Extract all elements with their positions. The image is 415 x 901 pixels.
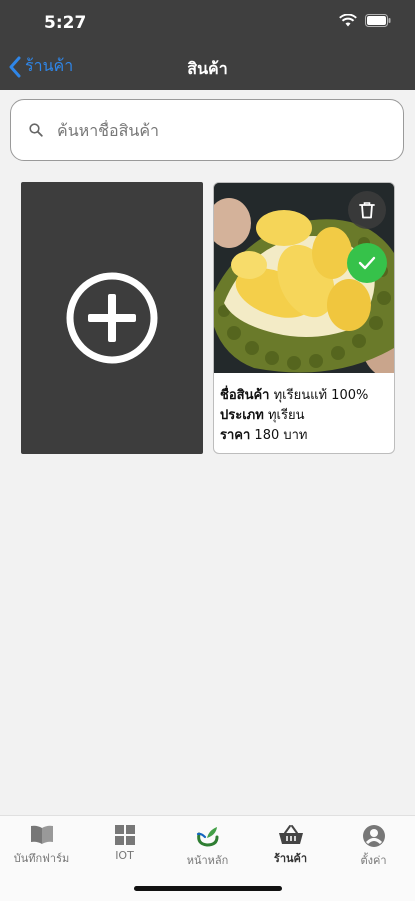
- check-icon: [358, 256, 376, 270]
- home-logo-icon: [196, 827, 218, 847]
- product-info: ชื่อสินค้า ทุเรียนแท้ 100% ประเภท ทุเรีย…: [220, 386, 392, 446]
- product-price-label: ราคา: [220, 428, 251, 443]
- product-name-value: ทุเรียนแท้ 100%: [273, 388, 369, 403]
- tab-store[interactable]: ร้านค้า: [249, 824, 332, 867]
- book-icon: [30, 825, 53, 844]
- product-image: [214, 183, 394, 373]
- trash-icon: [359, 202, 375, 219]
- wifi-icon: [339, 14, 357, 27]
- page-title: สินค้า: [187, 59, 228, 78]
- delete-button[interactable]: [348, 191, 386, 229]
- tab-farm-record[interactable]: บันทึกฟาร์ม: [0, 824, 83, 867]
- selected-check-badge: [347, 243, 387, 283]
- search-icon: [29, 123, 43, 137]
- battery-icon: [365, 14, 391, 27]
- user-icon: [362, 825, 385, 847]
- product-name-row: ชื่อสินค้า ทุเรียนแท้ 100%: [220, 386, 392, 406]
- status-icons: [339, 14, 391, 27]
- plus-circle-icon: [66, 272, 158, 364]
- navigation-bar: ร้านค้า สินค้า: [0, 44, 415, 90]
- tab-home[interactable]: หน้าหลัก: [166, 824, 249, 869]
- search-bar[interactable]: [10, 99, 404, 161]
- tab-settings[interactable]: ตั้งค่า: [332, 824, 415, 869]
- product-price-value: 180 บาท: [254, 428, 308, 443]
- product-card[interactable]: ชื่อสินค้า ทุเรียนแท้ 100% ประเภท ทุเรีย…: [213, 182, 395, 454]
- status-bar: 5:27: [0, 0, 415, 44]
- status-time: 5:27: [44, 13, 87, 33]
- product-type-value: ทุเรียน: [267, 408, 305, 423]
- product-type-label: ประเภท: [220, 408, 264, 423]
- tab-label: หน้าหลัก: [186, 854, 229, 867]
- product-price-row: ราคา 180 บาท: [220, 426, 392, 446]
- tab-label: ตั้งค่า: [360, 854, 387, 867]
- search-input[interactable]: [55, 119, 379, 141]
- grid-icon: [114, 825, 135, 845]
- add-product-button[interactable]: [21, 182, 203, 454]
- home-indicator: [134, 886, 282, 891]
- tab-label: บันทึกฟาร์ม: [13, 852, 70, 865]
- basket-icon: [278, 825, 303, 844]
- product-name-label: ชื่อสินค้า: [220, 388, 270, 403]
- tab-label: ร้านค้า: [273, 852, 308, 865]
- tab-iot[interactable]: IOT: [83, 824, 166, 862]
- product-type-row: ประเภท ทุเรียน: [220, 406, 392, 426]
- tab-label: IOT: [115, 849, 134, 862]
